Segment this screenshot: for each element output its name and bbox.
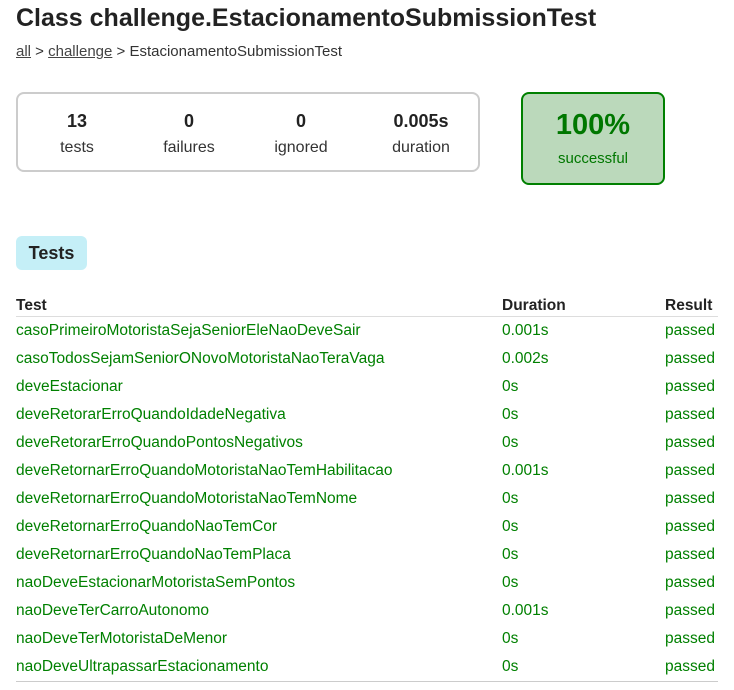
test-name: casoTodosSejamSeniorONovoMotoristaNaoTer… [16,350,385,367]
test-duration: 0s [502,518,519,535]
test-result: passed [665,490,715,507]
test-duration: 0s [502,490,519,507]
test-result: passed [665,350,715,367]
test-name: deveRetorarErroQuandoIdadeNegativa [16,406,286,423]
table-row: casoTodosSejamSeniorONovoMotoristaNaoTer… [16,345,718,373]
test-result: passed [665,434,715,451]
test-name: naoDeveEstacionarMotoristaSemPontos [16,574,296,591]
test-duration: 0.001s [502,462,549,479]
ignored-count: 0 [295,111,306,131]
table-row: naoDeveTerMotoristaDeMenor 0s passed [16,625,718,653]
test-result: passed [665,462,715,479]
test-result: passed [665,518,715,535]
success-label: successful [557,150,629,167]
breadcrumb-current: EstacionamentoSubmissionTest [129,43,343,60]
test-result: passed [665,406,715,423]
breadcrumb: all > challenge > EstacionamentoSubmissi… [16,43,342,60]
summary-box: 13 tests 0 failures 0 ignored 0.005s dur… [16,92,480,172]
table-row: deveRetorarErroQuandoPontosNegativos 0s … [16,429,718,457]
tests-count: 13 [66,111,88,131]
test-duration: 0s [502,546,519,563]
table-row: casoPrimeiroMotoristaSejaSeniorEleNaoDev… [16,317,718,346]
column-header-result: Result [665,295,718,317]
ignored-label: ignored [274,139,328,156]
tests-label: tests [60,139,94,156]
table-header-row: Test Duration Result [16,295,718,317]
test-duration: 0s [502,406,519,423]
test-duration: 0.001s [502,602,549,619]
duration-label: duration [392,139,450,156]
test-result: passed [665,378,715,395]
table-row: deveRetornarErroQuandoNaoTemPlaca 0s pas… [16,541,718,569]
table-row: deveRetornarErroQuandoMotoristaNaoTemNom… [16,485,718,513]
table-row: deveRetornarErroQuandoNaoTemCor 0s passe… [16,513,718,541]
test-name: deveEstacionar [16,378,123,395]
test-name: casoPrimeiroMotoristaSejaSeniorEleNaoDev… [16,322,361,339]
test-duration: 0s [502,434,519,451]
column-header-test: Test [16,295,502,317]
test-result: passed [665,322,715,339]
test-result: passed [665,653,718,682]
ignored-counter: 0 ignored [246,110,356,158]
test-duration: 0s [502,378,519,395]
tests-table: Test Duration Result casoPrimeiroMotoris… [16,295,718,682]
breadcrumb-separator: > [31,43,49,60]
column-header-duration: Duration [502,295,665,317]
success-percent: 100% [555,109,631,141]
test-name: naoDeveUltrapassarEstacionamento [16,653,502,682]
breadcrumb-separator: > [112,43,130,60]
test-duration: 0.002s [502,350,549,367]
test-duration: 0s [502,653,665,682]
breadcrumb-challenge-link[interactable]: challenge [48,43,112,60]
table-row: deveRetorarErroQuandoIdadeNegativa 0s pa… [16,401,718,429]
test-name: deveRetornarErroQuandoNaoTemCor [16,518,278,535]
failures-label: failures [163,139,215,156]
test-duration: 0.001s [502,322,549,339]
failures-counter: 0 failures [134,110,244,158]
test-result: passed [665,574,715,591]
test-name: deveRetornarErroQuandoNaoTemPlaca [16,546,291,563]
duration-value: 0.005s [393,111,449,131]
test-result: passed [665,630,715,647]
test-name: deveRetornarErroQuandoMotoristaNaoTemHab… [16,462,393,479]
test-duration: 0s [502,630,519,647]
table-row: naoDeveEstacionarMotoristaSemPontos 0s p… [16,569,718,597]
test-duration: 0s [502,574,519,591]
failures-count: 0 [183,111,194,131]
test-name: deveRetornarErroQuandoMotoristaNaoTemNom… [16,490,358,507]
table-row: naoDeveUltrapassarEstacionamento 0s pass… [16,653,718,682]
test-result: passed [665,602,715,619]
test-name: naoDeveTerCarroAutonomo [16,602,209,619]
table-row: deveEstacionar 0s passed [16,373,718,401]
test-name: naoDeveTerMotoristaDeMenor [16,630,228,647]
table-row: naoDeveTerCarroAutonomo 0.001s passed [16,597,718,625]
success-rate-box: 100% successful [521,92,665,185]
test-name: deveRetorarErroQuandoPontosNegativos [16,434,303,451]
test-result: passed [665,546,715,563]
table-row: deveRetornarErroQuandoMotoristaNaoTemHab… [16,457,718,485]
tab-tests[interactable]: Tests [16,236,87,270]
breadcrumb-all-link[interactable]: all [16,43,31,60]
duration-counter: 0.005s duration [366,110,476,158]
tests-counter: 13 tests [22,110,132,158]
page-title: Class challenge.EstacionamentoSubmission… [16,4,597,32]
